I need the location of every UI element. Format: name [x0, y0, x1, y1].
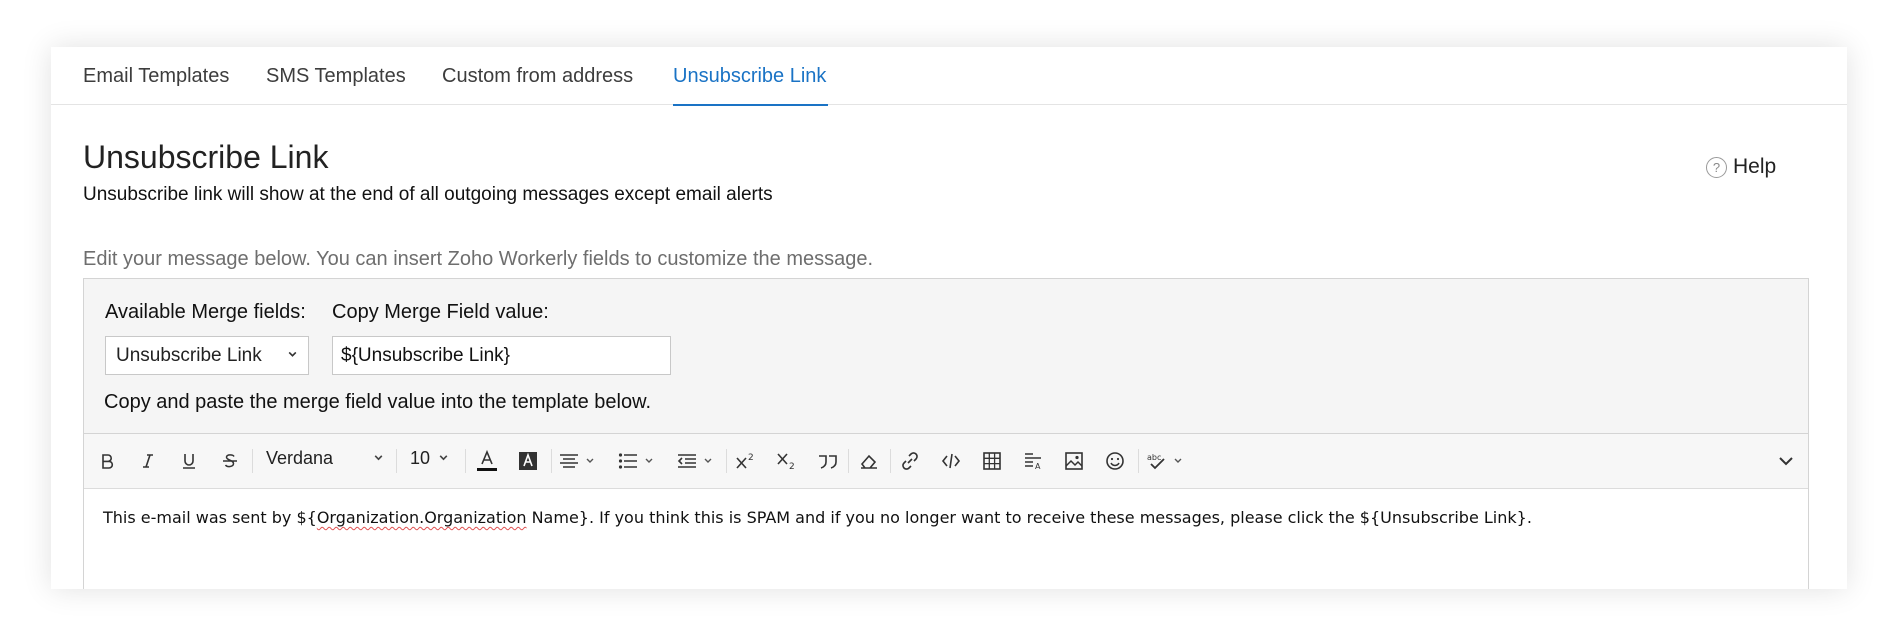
merge-field-selected-value: Unsubscribe Link [116, 344, 262, 366]
expand-toolbar-icon[interactable] [1773, 446, 1799, 476]
toolbar-divider [396, 449, 397, 473]
font-size-value: 10 [410, 448, 431, 468]
toolbar-divider [726, 449, 727, 473]
tab-unsubscribe-link[interactable]: Unsubscribe Link [673, 65, 826, 88]
toolbar-divider [890, 449, 891, 473]
font-size-select[interactable]: 10 [410, 448, 449, 469]
bold-icon[interactable] [94, 446, 120, 476]
code-icon[interactable] [938, 446, 964, 476]
tab-bar: Email Templates SMS Templates Custom fro… [51, 47, 1847, 106]
underline-icon[interactable] [176, 446, 202, 476]
toolbar-divider [848, 449, 849, 473]
help-circle-icon: ? [1706, 156, 1727, 178]
toolbar-divider [465, 449, 466, 473]
strikethrough-icon[interactable] [217, 446, 243, 476]
merge-field-value-input[interactable] [332, 336, 671, 375]
superscript-icon[interactable]: 2 [733, 446, 759, 476]
toolbar-divider [1138, 449, 1139, 473]
chevron-down-icon [438, 452, 449, 466]
tab-sms-templates[interactable]: SMS Templates [266, 65, 406, 88]
blockquote-icon[interactable] [815, 446, 841, 476]
toolbar-divider [551, 449, 552, 473]
spellcheck-icon[interactable]: abc [1146, 446, 1190, 476]
merge-fields-panel: Available Merge fields: Copy Merge Field… [83, 278, 1809, 433]
align-icon[interactable] [558, 446, 600, 476]
chevron-down-icon [373, 452, 384, 466]
tab-custom-from-address[interactable]: Custom from address [442, 65, 633, 88]
svg-text:2: 2 [748, 453, 754, 463]
table-icon[interactable] [979, 446, 1005, 476]
editor-content[interactable]: This e-mail was sent by ${Organization.O… [103, 508, 1532, 527]
italic-icon[interactable] [135, 446, 161, 476]
help-link[interactable]: ? Help [1706, 155, 1776, 179]
chevron-down-icon [287, 347, 298, 362]
page-title: Unsubscribe Link [83, 139, 329, 175]
svg-text:A: A [1035, 462, 1041, 471]
font-family-select[interactable]: Verdana [266, 448, 384, 469]
text-direction-icon[interactable]: A [1020, 446, 1046, 476]
image-icon[interactable] [1061, 446, 1087, 476]
toolbar-divider [252, 449, 253, 473]
available-merge-fields-label: Available Merge fields: [105, 301, 306, 323]
copy-merge-field-label: Copy Merge Field value: [332, 301, 549, 323]
editor-instruction: Edit your message below. You can insert … [83, 248, 874, 270]
clear-format-icon[interactable] [856, 446, 882, 476]
page-subtitle: Unsubscribe link will show at the end of… [83, 184, 773, 205]
help-label: Help [1733, 155, 1777, 178]
merge-field-select[interactable]: Unsubscribe Link [105, 336, 309, 375]
font-color-icon[interactable] [474, 446, 500, 476]
tab-email-templates[interactable]: Email Templates [83, 65, 229, 88]
font-family-value: Verdana [266, 448, 334, 468]
emoji-icon[interactable] [1102, 446, 1128, 476]
misspelled-word: Organization.Organization [316, 508, 527, 527]
svg-text:2: 2 [789, 462, 795, 470]
list-icon[interactable] [617, 446, 659, 476]
settings-card: Email Templates SMS Templates Custom fro… [51, 47, 1847, 589]
svg-text:abc: abc [1147, 453, 1161, 462]
highlight-color-icon[interactable] [515, 446, 541, 476]
merge-field-note: Copy and paste the merge field value int… [104, 391, 652, 413]
editor-text-start: This e-mail was sent by ${ [103, 508, 317, 527]
editor-text-end: Name}. If you think this is SPAM and if … [526, 508, 1532, 527]
editor-toolbar: Verdana 10 2 2 A abc [84, 434, 1808, 489]
rich-text-editor: Verdana 10 2 2 A abc This e-mail was sen… [83, 433, 1809, 589]
active-tab-indicator [673, 104, 828, 106]
indent-icon[interactable] [676, 446, 718, 476]
link-icon[interactable] [897, 446, 923, 476]
subscript-icon[interactable]: 2 [774, 446, 800, 476]
